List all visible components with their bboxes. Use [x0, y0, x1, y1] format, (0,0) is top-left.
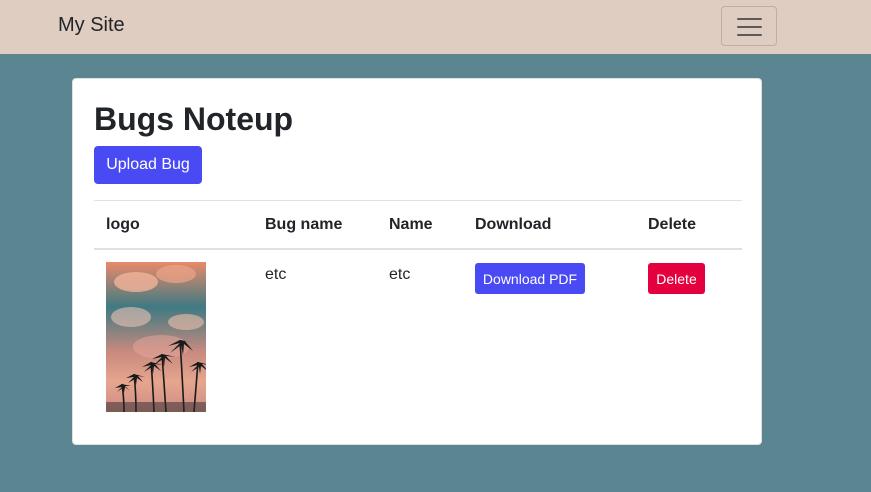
column-header-delete: Delete: [648, 216, 697, 233]
name-cell: etc: [389, 266, 411, 283]
palm-trees-sunset-image: [106, 262, 206, 412]
column-header-name: Name: [389, 216, 433, 233]
column-header-download: Download: [475, 216, 552, 233]
download-pdf-button[interactable]: Download PDF: [475, 263, 585, 294]
navbar-brand[interactable]: My Site: [58, 14, 125, 37]
delete-button[interactable]: Delete: [648, 263, 705, 294]
column-header-logo: logo: [106, 216, 140, 233]
upload-bug-button[interactable]: Upload Bug: [94, 146, 202, 184]
table-header-divider: [94, 248, 742, 250]
navbar-toggler-button[interactable]: [721, 6, 777, 46]
column-header-bug-name: Bug name: [265, 216, 343, 233]
bug-name-cell: etc: [265, 266, 287, 283]
page-title: Bugs Noteup: [94, 101, 294, 137]
table-divider-top: [94, 200, 742, 201]
navbar: My Site: [0, 0, 871, 54]
bugs-card: Bugs Noteup Upload Bug logo Bug name Nam…: [72, 78, 762, 445]
